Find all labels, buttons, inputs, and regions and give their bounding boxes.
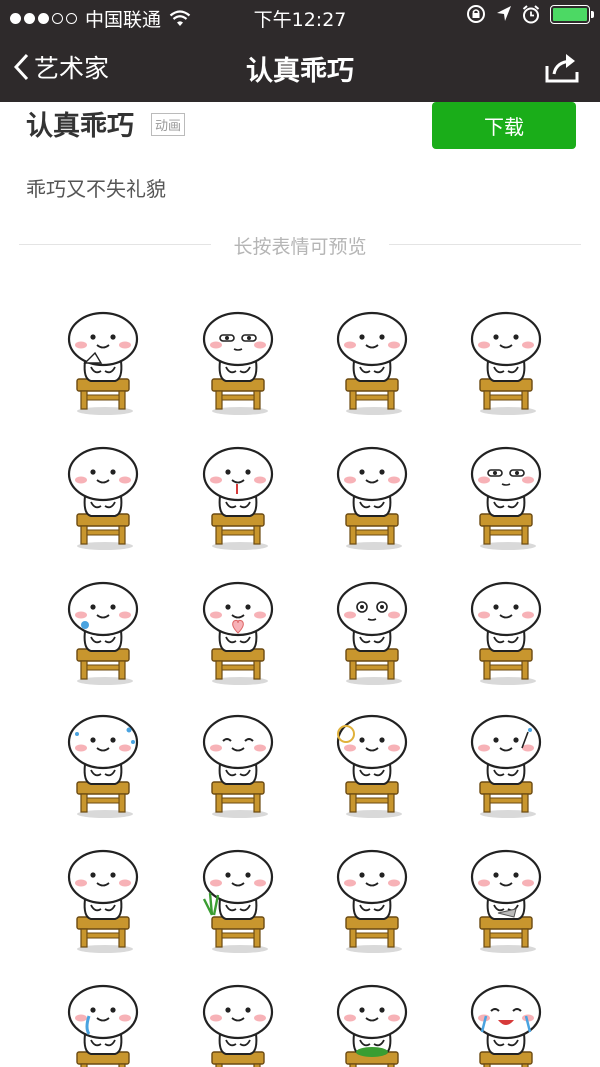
sticker-lettuce[interactable] bbox=[324, 978, 424, 1067]
sticker-heart[interactable] bbox=[190, 575, 290, 691]
rotation-lock-icon bbox=[467, 5, 485, 23]
sticker-image bbox=[470, 446, 542, 550]
sticker-staring-eyes[interactable] bbox=[458, 440, 558, 556]
sticker-folded-hands[interactable] bbox=[55, 843, 155, 959]
sticker-image bbox=[336, 984, 408, 1067]
sticker-image bbox=[336, 714, 408, 818]
top-bar: 中国联通 下午12:27 艺术家 认真乖巧 bbox=[0, 0, 600, 102]
sticker-sweat[interactable] bbox=[55, 708, 155, 824]
sticker-image bbox=[470, 311, 542, 415]
sticker-image bbox=[470, 849, 542, 953]
sticker-eating-fish[interactable] bbox=[458, 843, 558, 959]
pack-name: 认真乖巧 bbox=[26, 111, 134, 142]
sticker-image bbox=[336, 849, 408, 953]
sticker-image bbox=[470, 714, 542, 818]
sticker-crying-laugh[interactable] bbox=[458, 978, 558, 1067]
sticker-shocked[interactable] bbox=[324, 575, 424, 691]
sticker-image bbox=[67, 849, 139, 953]
sticker-image bbox=[202, 311, 274, 415]
sticker-chin-hand[interactable] bbox=[55, 440, 155, 556]
sticker-image bbox=[202, 984, 274, 1067]
sticker-image bbox=[336, 581, 408, 685]
sticker-image bbox=[202, 849, 274, 953]
sticker-staring-eyes[interactable] bbox=[190, 305, 290, 421]
sticker-drooling[interactable] bbox=[190, 440, 290, 556]
sticker-image bbox=[67, 984, 139, 1067]
sticker-thinking[interactable] bbox=[324, 440, 424, 556]
page-title: 认真乖巧 bbox=[246, 56, 354, 87]
sticker-smile[interactable] bbox=[190, 978, 290, 1067]
alarm-icon bbox=[522, 4, 540, 23]
sticker-spit[interactable] bbox=[55, 575, 155, 691]
sticker-image bbox=[336, 446, 408, 550]
navigation-bar: 艺术家 认真乖巧 bbox=[0, 34, 600, 102]
download-button[interactable]: 下载 bbox=[432, 102, 576, 149]
sticker-image bbox=[67, 714, 139, 818]
sticker-salute[interactable] bbox=[458, 708, 558, 824]
sticker-fan[interactable] bbox=[55, 305, 155, 421]
animated-tag: 动画 bbox=[151, 113, 186, 136]
sticker-image bbox=[202, 714, 274, 818]
sticker-image bbox=[67, 446, 139, 550]
pack-description: 乖巧又不失礼貌 bbox=[26, 177, 166, 201]
status-right bbox=[466, 4, 594, 24]
sticker-image bbox=[202, 581, 274, 685]
sticker-image bbox=[202, 446, 274, 550]
sticker-tears[interactable] bbox=[55, 978, 155, 1067]
location-icon bbox=[497, 6, 511, 21]
status-bar: 中国联通 下午12:27 bbox=[0, 0, 600, 34]
sticker-image bbox=[67, 311, 139, 415]
sticker-pack-header: 认真乖巧 动画 下载 乖巧又不失礼貌 长按表情可预览 bbox=[0, 102, 600, 272]
sticker-plant[interactable] bbox=[190, 843, 290, 959]
sticker-image bbox=[67, 581, 139, 685]
sticker-typing[interactable] bbox=[458, 305, 558, 421]
sticker-image bbox=[470, 581, 542, 685]
sticker-magnifier[interactable] bbox=[324, 708, 424, 824]
sticker-eating[interactable] bbox=[324, 305, 424, 421]
share-icon[interactable] bbox=[544, 50, 580, 84]
sticker-shy[interactable] bbox=[458, 575, 558, 691]
battery-icon bbox=[550, 4, 594, 24]
preview-divider: 长按表情可预览 bbox=[19, 232, 581, 258]
sticker-grabbing[interactable] bbox=[324, 843, 424, 959]
sticker-smug[interactable] bbox=[190, 708, 290, 824]
preview-hint: 长按表情可预览 bbox=[233, 236, 367, 258]
sticker-image bbox=[470, 984, 542, 1067]
sticker-image bbox=[336, 311, 408, 415]
